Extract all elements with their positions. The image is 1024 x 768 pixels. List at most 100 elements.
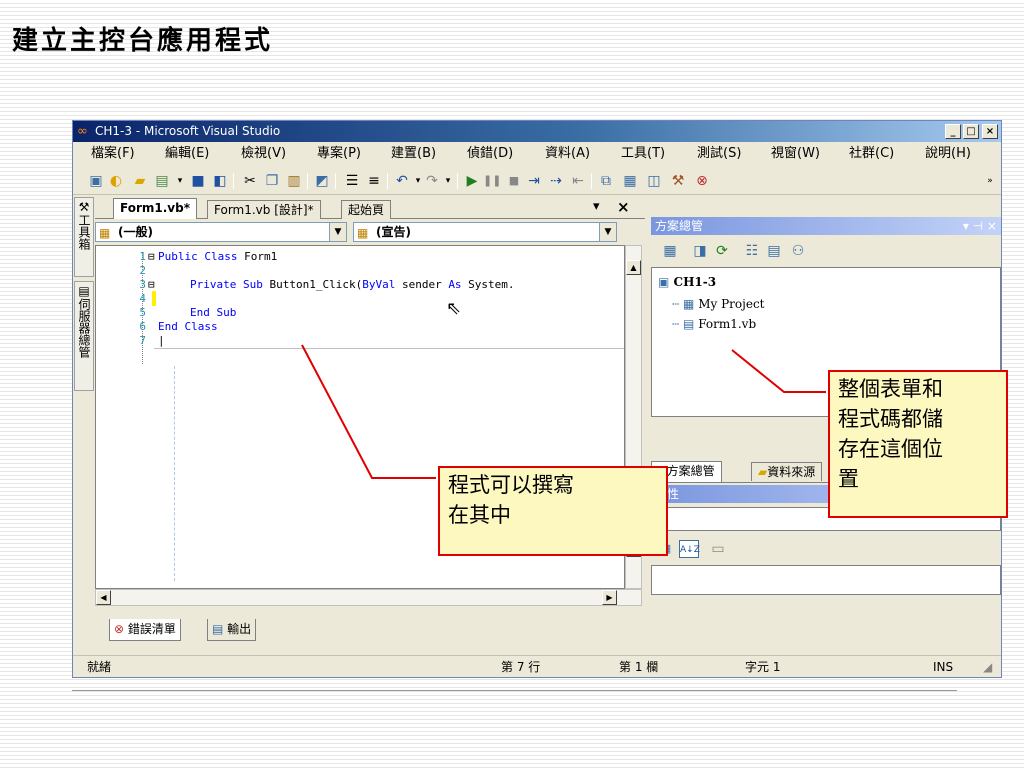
error-list-icon[interactable]: ⊗ [693, 172, 711, 190]
my-project-icon: ┄ ▦ [672, 297, 699, 311]
resize-grip-icon[interactable]: ◢ [983, 656, 992, 677]
step-over-icon[interactable]: ⇢ [547, 172, 565, 190]
menu-test[interactable]: 測試(S) [697, 143, 741, 165]
add-new-item-icon[interactable]: ▤ [153, 172, 171, 190]
tree-node-form1[interactable]: ┄ ▤ Form1.vb [672, 316, 756, 332]
open-folder-icon[interactable]: ▰ [131, 172, 149, 190]
tree-node-project[interactable]: ▣ CH1-3 [658, 274, 716, 290]
collapse-toggle-icon[interactable]: ⊟ [148, 249, 155, 264]
left-dock: ⚒ 工具箱 ▤ 伺服器總管 [73, 197, 95, 617]
comment-icon[interactable]: ☰ [343, 172, 361, 190]
horizontal-scrollbar[interactable]: ◀ ▶ [95, 589, 642, 606]
scroll-right-icon[interactable]: ▶ [602, 590, 617, 605]
solution-callout-line-1: 整個表單和 [838, 377, 943, 401]
solution-explorer-icon[interactable]: ⧉ [597, 172, 615, 190]
maximize-button[interactable]: □ [963, 124, 979, 139]
code-line-1: 1 ⊟ Public Class Form1 [139, 249, 278, 264]
server-explorer-label: 伺服器總管 [77, 298, 91, 358]
menu-tools[interactable]: 工具(T) [621, 143, 665, 165]
tab-data-sources[interactable]: ▰資料來源 [751, 462, 823, 481]
toolbox-tab[interactable]: ⚒ 工具箱 [74, 197, 94, 277]
copy-icon[interactable]: ❐ [263, 172, 281, 190]
alphabetical-icon[interactable]: A↓Z [679, 540, 700, 558]
menu-project[interactable]: 專案(P) [317, 143, 361, 165]
mouse-cursor-icon: ⇖ [446, 298, 462, 319]
method-combo-value: (宣告) [376, 225, 411, 239]
tab-menu-icon[interactable]: ▾ [593, 199, 600, 214]
tab-close-icon[interactable]: × [617, 198, 630, 216]
toolbox-icon-small: ⚒ [78, 200, 90, 214]
show-all-files-icon[interactable]: ◨ [691, 242, 709, 260]
pin-icon[interactable]: ▾ ⊣ × [963, 217, 997, 235]
step-into-icon[interactable]: ⇥ [525, 172, 543, 190]
redo-dropdown-icon[interactable]: ▾ [439, 172, 457, 190]
tree-node-my-project[interactable]: ┄ ▦ My Project [672, 296, 764, 312]
add-item-icon[interactable]: ◐ [107, 172, 125, 190]
output-icon: ▤ [212, 622, 228, 636]
tab-form1-code[interactable]: Form1.vb* [113, 198, 197, 219]
save-all-icon[interactable]: ◧ [211, 172, 229, 190]
properties-icon[interactable]: ▦ [621, 172, 639, 190]
refresh-icon[interactable]: ⟳ [713, 242, 731, 260]
start-debug-icon[interactable]: ▶ [463, 172, 481, 190]
scroll-up-icon[interactable]: ▲ [626, 260, 641, 275]
menu-help[interactable]: 說明(H) [925, 143, 971, 165]
properties-grid[interactable] [651, 565, 1001, 595]
step-out-icon[interactable]: ⇤ [569, 172, 587, 190]
new-project-icon[interactable]: ▣ [87, 172, 105, 190]
code-callout-line-2: 在其中 [448, 503, 511, 527]
document-tabs: Form1.vb* Form1.vb [設計]* 起始頁 ▾ × [95, 197, 645, 219]
title-bar[interactable]: ∞ CH1-3 - Microsoft Visual Studio _ □ × [73, 121, 1001, 142]
method-name-combo[interactable]: ▦ (宣告) ▼ [353, 222, 617, 242]
dropdown-arrow-icon[interactable]: ▾ [171, 172, 189, 190]
property-pages-icon[interactable]: ▭ [709, 540, 727, 558]
code-callout: 程式可以撰寫 在其中 [438, 466, 668, 556]
uncomment-icon[interactable]: ≡ [365, 172, 383, 190]
cut-icon[interactable]: ✂ [241, 172, 259, 190]
chevron-down-icon[interactable]: ▼ [329, 223, 346, 241]
server-explorer-tab[interactable]: ▤ 伺服器總管 [74, 281, 94, 391]
tab-error-list[interactable]: ⊗ 錯誤清單 [109, 619, 181, 641]
status-char: 字元 1 [745, 660, 781, 674]
menu-view[interactable]: 檢視(V) [241, 143, 286, 165]
data-source-icon: ▰ [758, 465, 768, 479]
pause-icon[interactable]: ❚❚ [483, 172, 501, 190]
menu-bar: 檔案(F) 編輯(E) 檢視(V) 專案(P) 建置(B) 偵錯(D) 資料(A… [73, 143, 1001, 165]
scroll-left-icon[interactable]: ◀ [96, 590, 111, 605]
chevron-down-icon[interactable]: ▼ [599, 223, 616, 241]
view-designer-icon[interactable]: ▤ [765, 242, 783, 260]
menu-window[interactable]: 視窗(W) [771, 143, 820, 165]
solution-callout-line-2: 程式碼都儲 [838, 407, 943, 431]
class-diagram-icon[interactable]: ⚇ [789, 242, 807, 260]
stop-icon[interactable]: ■ [505, 172, 523, 190]
tab-form1-designer[interactable]: Form1.vb [設計]* [207, 200, 321, 219]
menu-community[interactable]: 社群(C) [849, 143, 894, 165]
indent-guide [174, 366, 175, 581]
code-callout-line-1: 程式可以撰寫 [448, 473, 574, 497]
menu-edit[interactable]: 編輯(E) [165, 143, 209, 165]
tab-output[interactable]: ▤ 輸出 [207, 619, 257, 641]
find-icon[interactable]: ◩ [313, 172, 331, 190]
toolbox-icon[interactable]: ⚒ [669, 172, 687, 190]
status-insert-mode: INS [933, 660, 954, 674]
menu-debug[interactable]: 偵錯(D) [467, 143, 513, 165]
code-line-3: 3 ⊟ Private Sub Button1_Click(ByVal sender… [139, 277, 515, 292]
menu-data[interactable]: 資料(A) [545, 143, 590, 165]
view-code-icon[interactable]: ☷ [743, 242, 761, 260]
collapse-toggle-icon[interactable]: ⊟ [148, 277, 155, 292]
solution-explorer-header: 方案總管 ▾ ⊣ × [651, 217, 1001, 235]
text-caret: | [158, 334, 165, 347]
project-icon: ▣ [658, 275, 674, 289]
object-browser-icon[interactable]: ◫ [645, 172, 663, 190]
menu-file[interactable]: 檔案(F) [91, 143, 135, 165]
close-button[interactable]: × [982, 124, 998, 139]
toolbar-overflow-icon[interactable]: » [981, 172, 999, 190]
minimize-button[interactable]: _ [945, 124, 961, 139]
status-column: 第 1 欄 [619, 660, 659, 674]
class-name-combo[interactable]: ▦ (一般) ▼ [95, 222, 347, 242]
properties-icon[interactable]: ▦ [661, 242, 679, 260]
save-icon[interactable]: ■ [189, 172, 207, 190]
tab-start-page[interactable]: 起始頁 [341, 200, 392, 219]
menu-build[interactable]: 建置(B) [391, 143, 436, 165]
paste-icon[interactable]: ▥ [285, 172, 303, 190]
